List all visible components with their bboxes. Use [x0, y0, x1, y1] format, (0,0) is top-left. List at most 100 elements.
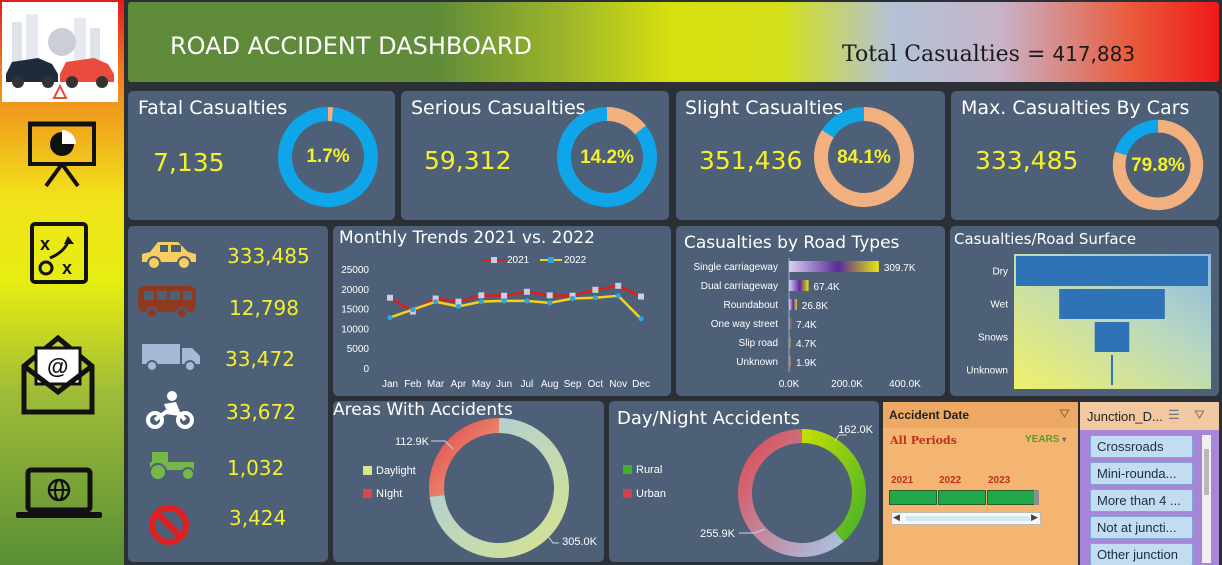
svg-text:x: x [62, 258, 72, 278]
vehicle-row-bus: 12,798 [128, 280, 326, 332]
truck-icon [142, 344, 200, 372]
areas-donut-chart: Daylight NIght 305.0K 112.9K [363, 418, 598, 558]
junction-option[interactable]: Not at juncti... [1090, 516, 1193, 539]
kpi-card-fatal: Fatal Casualties 7,135 1.7% [128, 91, 395, 220]
kpi-value: 333,485 [975, 146, 1079, 175]
legend-swatch [623, 489, 632, 498]
strategy-board-icon[interactable]: xx [28, 222, 90, 289]
year-label: 2021 [891, 475, 914, 486]
areas-card: Areas With Accidents Daylight NIght 305.0K… [333, 400, 604, 562]
time-level-label: YEARS [1025, 434, 1060, 445]
bar [789, 261, 879, 272]
year-label: 2023 [988, 475, 1011, 486]
junction-option[interactable]: Crossroads [1090, 435, 1193, 458]
timeline-scroll-thumb[interactable] [906, 516, 1030, 521]
vehicle-count: 3,424 [229, 506, 287, 530]
vehicle-count: 33,472 [225, 347, 295, 371]
data-point [569, 295, 576, 302]
clear-filter-icon[interactable]: ⛛ [1194, 407, 1205, 423]
sidebar: xx @ [0, 0, 124, 565]
series-line-2021 [389, 284, 642, 314]
vehicle-row-other: 3,424 [128, 498, 326, 550]
bus-icon [138, 286, 196, 319]
year-bar-2022[interactable] [938, 490, 986, 505]
kpi-percent: 84.1% [837, 147, 891, 168]
legend-label: Daylight [376, 465, 416, 477]
x-tick-label: Jul [521, 379, 534, 390]
legend-swatch [623, 465, 632, 474]
year-label: 2022 [939, 475, 962, 486]
category-label: Single carriageway [694, 262, 779, 273]
x-tick-label: May [472, 379, 491, 390]
data-point [410, 307, 416, 313]
vehicle-row-motorcycle: 33,672 [128, 384, 326, 436]
laptop-globe-icon[interactable] [14, 466, 104, 527]
slicer-scrollbar[interactable] [1202, 435, 1211, 563]
svg-text:@: @ [47, 354, 68, 379]
slicer-title: Accident Date [889, 408, 970, 422]
monthly-trends-chart: 0 5000 10000 15000 20000 25000 Jan Feb Mar Apr May… [341, 255, 650, 390]
data-point [433, 299, 439, 305]
year-bar-2023[interactable] [987, 490, 1035, 505]
legend-marker [548, 257, 554, 263]
road-types-card: Casualties by Road Types Single carriage… [676, 226, 945, 396]
scroll-left-icon[interactable]: ◀ [893, 512, 900, 523]
vehicle-type-card: 333,485 12,798 33,472 33,672 1,032 3,424 [128, 226, 328, 562]
vehicle-count: 12,798 [229, 296, 299, 320]
legend-label: 2021 [507, 255, 530, 266]
donut-slice [429, 418, 499, 497]
y-tick-label: 15000 [341, 305, 369, 316]
accident-date-slicer: Accident Date ⛛ All Periods YEARS ▾ 2021… [883, 402, 1078, 565]
tractor-icon [149, 452, 195, 481]
y-tick-label: 10000 [341, 324, 369, 335]
scroll-right-icon[interactable]: ▶ [1031, 512, 1038, 523]
vehicle-count: 333,485 [227, 244, 310, 268]
legend-label: Urban [636, 488, 666, 500]
data-point [455, 298, 462, 305]
category-label: Unknown [966, 366, 1008, 377]
vehicle-row-truck: 33,472 [128, 332, 326, 384]
category-label: Snows [978, 333, 1008, 344]
multi-select-icon[interactable]: ☰ [1168, 407, 1180, 423]
legend-label: NIght [376, 488, 402, 500]
kpi-donut-rest [821, 107, 864, 138]
junction-option[interactable]: Other junction [1090, 543, 1193, 565]
y-tick-label: 5000 [347, 344, 370, 355]
data-label: 4.7K [796, 339, 817, 350]
clear-filter-icon[interactable]: ⛛ [1059, 406, 1070, 422]
donut-slice [802, 429, 866, 542]
day-night-donut-chart: Rural Urban 162.0K 255.9K [623, 424, 874, 557]
x-tick-label: Aug [541, 379, 559, 390]
time-level-dropdown[interactable]: YEARS ▾ [1025, 434, 1066, 445]
total-casualties-value: 417,883 [1052, 42, 1136, 66]
slicer-scroll-thumb[interactable] [1204, 449, 1209, 495]
bar [1059, 289, 1165, 319]
kpi-card-slight: Slight Casualties 351,436 84.1% [676, 91, 945, 220]
email-icon[interactable]: @ [20, 332, 96, 421]
year-bar-2021[interactable] [889, 490, 937, 505]
data-point [455, 303, 462, 310]
kpi-value: 351,436 [699, 146, 803, 175]
x-tick-label: Apr [451, 379, 467, 390]
slicer-header: Junction_D... ☰ ⛛ [1080, 402, 1219, 430]
y-tick-label: 0 [363, 364, 369, 375]
x-tick-label: Mar [427, 379, 445, 390]
y-tick-label: 20000 [341, 285, 369, 296]
x-tick-label: Jan [382, 379, 398, 390]
x-tick-label: Jun [496, 379, 512, 390]
presentation-chart-icon[interactable] [26, 120, 98, 193]
junction-option[interactable]: Mini-rounda... [1090, 462, 1193, 485]
category-label: Roundabout [724, 300, 779, 311]
motorcycle-icon [146, 391, 194, 429]
data-point [615, 282, 622, 289]
kpi-donut-share [607, 107, 646, 135]
category-label: Dual carriageway [701, 281, 778, 292]
crash-logo-icon [2, 2, 118, 102]
timeline-scrollbar[interactable]: ◀ ▶ [891, 512, 1041, 525]
data-point [592, 295, 598, 301]
slicer-title: Junction_D... [1087, 409, 1163, 424]
x-tick-label: Sep [564, 379, 582, 390]
timeline-range-handle[interactable] [1034, 490, 1039, 505]
x-tick-label: 0.0K [779, 379, 800, 390]
junction-option[interactable]: More than 4 ... [1090, 489, 1193, 512]
